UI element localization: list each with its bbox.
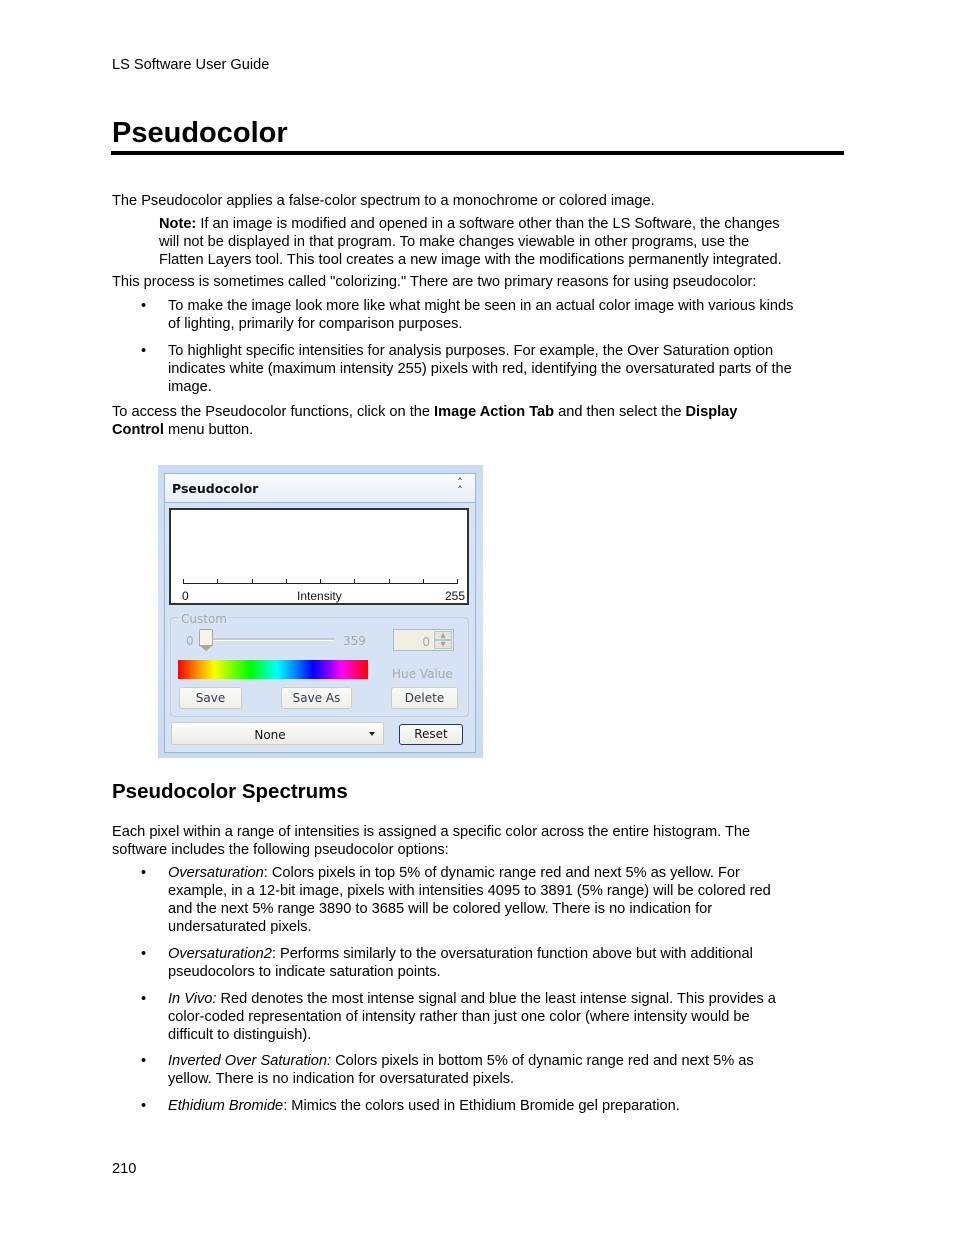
histogram-tick xyxy=(354,579,355,584)
histogram-tick xyxy=(423,579,424,584)
hue-value-spinbox[interactable]: 0 ▲ ▼ xyxy=(393,629,454,651)
bullet-icon: • xyxy=(141,343,147,359)
note-line-3: Flatten Layers tool. This tool creates a… xyxy=(159,252,782,268)
save-as-button[interactable]: Save As xyxy=(281,687,352,709)
option-name: Oversaturation xyxy=(168,865,264,881)
hue-slider-track[interactable] xyxy=(203,638,334,641)
preset-selected-value: None xyxy=(254,728,286,742)
bullet-icon: • xyxy=(141,991,147,1007)
custom-group-label: Custom xyxy=(179,610,229,628)
histogram-max-label: 255 xyxy=(445,589,466,603)
bullet-icon: • xyxy=(141,865,147,881)
access-paragraph: To access the Pseudocolor functions, cli… xyxy=(112,404,738,438)
option-name: Oversaturation2 xyxy=(168,946,272,962)
bullet-icon: • xyxy=(141,946,147,962)
running-header: LS Software User Guide xyxy=(112,57,270,73)
hue-value-label: Hue Value xyxy=(392,667,453,681)
histogram-tick xyxy=(183,579,184,584)
bullet-icon: • xyxy=(141,1098,147,1114)
chevron-down-icon[interactable] xyxy=(369,732,375,736)
bullet-icon: • xyxy=(141,298,147,314)
note-block: Note: If an image is modified and opened… xyxy=(159,215,849,269)
panel-title: Pseudocolor xyxy=(172,481,259,496)
histogram-tick xyxy=(286,579,287,584)
note-line-1: Note: If an image is modified and opened… xyxy=(159,216,780,232)
reasons-intro: This process is sometimes called "colori… xyxy=(112,274,757,290)
spin-up-icon[interactable]: ▲ xyxy=(434,631,452,640)
histogram-tick xyxy=(252,579,253,584)
intro-paragraph: The Pseudocolor applies a false-color sp… xyxy=(112,193,655,209)
title-rule xyxy=(111,151,844,155)
bullet-icon: • xyxy=(141,1053,147,1069)
section-heading: Pseudocolor Spectrums xyxy=(112,780,348,803)
panel-header[interactable]: Pseudocolor ˄ ˄ xyxy=(165,474,475,503)
hue-slider-max-label: 359 xyxy=(343,634,366,648)
spin-down-icon[interactable]: ▼ xyxy=(434,640,452,649)
histogram-min-label: 0 xyxy=(182,589,189,603)
note-line-2: will not be displayed in that program. T… xyxy=(159,234,750,250)
pseudocolor-panel: Pseudocolor ˄ ˄ 0 Intensity 255 Custom 0 … xyxy=(164,473,476,753)
intensity-histogram: 0 Intensity 255 xyxy=(169,508,469,605)
delete-button[interactable]: Delete xyxy=(391,687,458,709)
option-name: Ethidium Bromide xyxy=(168,1098,284,1114)
hue-slider-min-label: 0 xyxy=(186,634,194,648)
pseudocolor-panel-screenshot: Pseudocolor ˄ ˄ 0 Intensity 255 Custom 0 … xyxy=(158,465,483,758)
histogram-tick xyxy=(217,579,218,584)
save-button[interactable]: Save xyxy=(179,687,242,709)
histogram-tick xyxy=(320,579,321,584)
note-label: Note: xyxy=(159,216,197,232)
display-control-ref: Control xyxy=(112,422,164,438)
image-action-tab-ref: Image Action Tab xyxy=(434,404,555,420)
hue-slider-thumb[interactable] xyxy=(199,629,213,651)
hue-spectrum-bar xyxy=(178,660,368,679)
hue-value-input[interactable]: 0 xyxy=(422,633,430,651)
page-title: Pseudocolor xyxy=(112,117,288,149)
collapse-icon[interactable]: ˄ ˄ xyxy=(455,477,465,496)
preset-dropdown[interactable]: None xyxy=(171,722,384,745)
page-number: 210 xyxy=(112,1161,137,1177)
option-name: Inverted Over Saturation: xyxy=(168,1053,332,1069)
reset-button[interactable]: Reset xyxy=(399,724,463,745)
spectrums-intro: Each pixel within a range of intensities… xyxy=(112,824,751,858)
histogram-tick xyxy=(389,579,390,584)
histogram-tick xyxy=(457,579,458,584)
option-name: In Vivo: xyxy=(168,991,217,1007)
histogram-axis-label: Intensity xyxy=(297,589,342,603)
custom-group: Custom 0 359 0 ▲ ▼ Hue Value Save Save A… xyxy=(170,610,469,717)
